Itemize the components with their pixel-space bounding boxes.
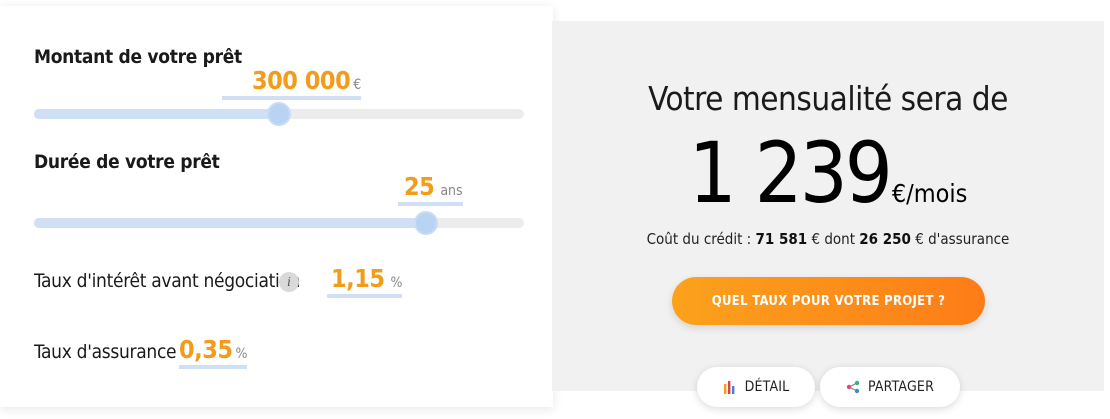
interest-rate-unit: %	[390, 275, 403, 291]
bar-chart-icon	[723, 380, 737, 394]
monthly-payment-panel: Votre mensualité sera de 1 239€/mois Coû…	[552, 21, 1104, 407]
loan-duration-field[interactable]: 25 ans	[398, 172, 463, 206]
credit-cost-summary: Coût du crédit : 71 581 € dont 26 250 € …	[552, 230, 1104, 248]
loan-amount-unit: €	[353, 77, 362, 93]
loan-amount-slider-fill	[34, 109, 279, 119]
loan-amount-slider[interactable]	[34, 102, 524, 126]
detail-button-label: DÉTAIL	[744, 379, 790, 395]
insurance-rate-unit: %	[235, 346, 248, 362]
insurance-rate-value: 0,35	[179, 335, 233, 364]
loan-duration-value: 25	[404, 172, 435, 201]
interest-rate-label: Taux d'intérêt avant négociation	[34, 270, 301, 292]
cost-total: 71 581	[755, 230, 808, 248]
cost-insurance: 26 250	[859, 230, 911, 248]
monthly-payment: 1 239€/mois	[552, 131, 1104, 215]
share-icon	[846, 380, 860, 394]
result-title: Votre mensualité sera de	[648, 79, 1008, 118]
detail-button[interactable]: DÉTAIL	[697, 367, 815, 407]
insurance-rate-label: Taux d'assurance	[34, 341, 177, 363]
cost-mid: € dont	[807, 230, 860, 248]
rate-quote-button[interactable]: QUEL TAUX POUR VOTRE PROJET ?	[672, 277, 985, 325]
cost-suffix: € d'assurance	[910, 230, 1010, 248]
interest-rate-value: 1,15	[331, 264, 385, 293]
loan-duration-slider-thumb[interactable]	[414, 211, 438, 235]
loan-duration-unit: ans	[440, 183, 463, 199]
insurance-rate-field[interactable]: 0,35 %	[179, 335, 248, 369]
share-button[interactable]: PARTAGER	[820, 367, 960, 407]
loan-amount-value: 300 000	[252, 66, 351, 95]
loan-amount-label: Montant de votre prêt	[34, 46, 242, 68]
loan-duration-slider[interactable]	[34, 211, 524, 235]
monthly-payment-amount: 1 239	[688, 124, 893, 222]
interest-rate-field[interactable]: 1,15 %	[327, 264, 403, 298]
loan-amount-slider-thumb[interactable]	[267, 102, 291, 126]
info-icon[interactable]: i	[279, 272, 299, 292]
loan-duration-label: Durée de votre prêt	[34, 151, 220, 173]
loan-duration-slider-fill	[34, 218, 426, 228]
share-button-label: PARTAGER	[867, 379, 935, 395]
monthly-payment-unit: €/mois	[891, 179, 968, 208]
cost-prefix: Coût du crédit :	[646, 230, 756, 248]
loan-amount-field[interactable]: 300 000 €	[222, 66, 362, 100]
loan-parameters-card: Montant de votre prêt 300 000 € Durée de…	[0, 6, 553, 407]
